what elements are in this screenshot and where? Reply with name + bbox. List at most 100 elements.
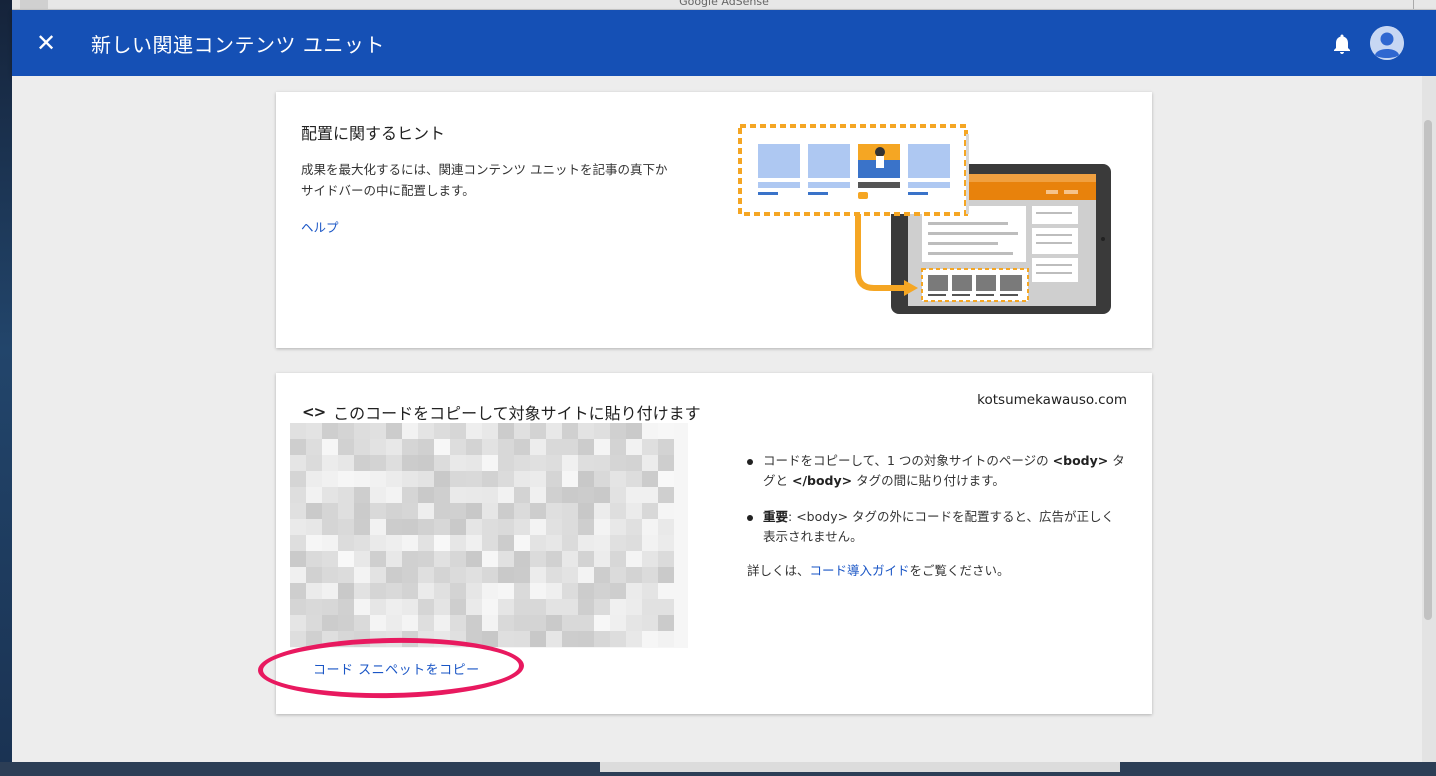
code-pixel: [466, 471, 482, 487]
code-pixel: [290, 567, 306, 583]
code-pixel: [594, 615, 610, 631]
code-pixel: [642, 471, 658, 487]
code-snippet-card: <> このコードをコピーして対象サイトに貼り付けます kotsumekawaus…: [257, 373, 1152, 714]
code-pixel: [434, 423, 450, 439]
code-pixel: [434, 503, 450, 519]
code-pixel: [450, 615, 466, 631]
code-pixel: [546, 503, 562, 519]
code-pixel: [450, 583, 466, 599]
avatar[interactable]: [1370, 26, 1404, 60]
copy-code-snippet-link[interactable]: コード スニペットをコピー: [313, 659, 480, 678]
code-pixel: [354, 551, 370, 567]
code-pixel: [530, 535, 546, 551]
code-pixel: [290, 535, 306, 551]
code-pixel: [386, 519, 402, 535]
code-pixel: [434, 535, 450, 551]
code-pixel: [498, 519, 514, 535]
app-header: ✕ 新しい関連コンテンツ ユニット: [12, 10, 1436, 76]
code-pixel: [418, 535, 434, 551]
code-pixel: [610, 551, 626, 567]
code-heading-text: このコードをコピーして対象サイトに貼り付けます: [333, 404, 701, 423]
code-pixel: [322, 519, 338, 535]
code-pixel: [338, 599, 354, 615]
code-pixel: [530, 471, 546, 487]
code-pixel: [290, 471, 306, 487]
code-pixel: [578, 535, 594, 551]
code-pixel: [658, 551, 674, 567]
page-title: 新しい関連コンテンツ ユニット: [91, 33, 385, 57]
code-pixel: [322, 599, 338, 615]
code-pixel: [450, 599, 466, 615]
code-pixel: [386, 423, 402, 439]
code-pixel: [626, 599, 642, 615]
code-pixel: [338, 551, 354, 567]
code-pixel: [578, 423, 594, 439]
code-pixel: [434, 519, 450, 535]
code-pixel: [418, 599, 434, 615]
code-pixel: [498, 487, 514, 503]
code-pixel: [594, 551, 610, 567]
code-pixel: [658, 439, 674, 455]
code-guide-link[interactable]: コード導入ガイド: [810, 563, 910, 578]
code-pixel: [530, 615, 546, 631]
code-pixel: [562, 583, 578, 599]
code-pixel: [578, 583, 594, 599]
code-pixel: [530, 503, 546, 519]
code-pixel: [370, 567, 386, 583]
code-pixel: [418, 519, 434, 535]
code-pixel: [386, 455, 402, 471]
code-pixel: [482, 535, 498, 551]
code-pixel: [626, 567, 642, 583]
code-pixel: [290, 503, 306, 519]
code-pixel: [498, 615, 514, 631]
code-pixel: [482, 599, 498, 615]
close-icon[interactable]: ✕: [33, 30, 59, 56]
code-pixel: [658, 631, 674, 647]
titlebar-divider: [1413, 0, 1414, 9]
code-pixel: [578, 519, 594, 535]
code-pixel: [354, 503, 370, 519]
code-pixel: [626, 583, 642, 599]
placement-tips-card: 配置に関するヒント 成果を最大化するには、関連コンテンツ ユニットを記事の真下か…: [276, 92, 1152, 348]
code-pixel: [402, 583, 418, 599]
code-pixel: [562, 631, 578, 647]
code-pixel: [498, 503, 514, 519]
code-pixel: [434, 599, 450, 615]
code-pixel: [642, 455, 658, 471]
code-snippet-box[interactable]: [290, 423, 688, 648]
code-pixel: [658, 519, 674, 535]
code-pixel: [562, 567, 578, 583]
instruction-item: 重要: <body> タグの外にコードを配置すると、広告が正しく表示されません。: [746, 507, 1126, 547]
code-pixel: [594, 519, 610, 535]
account-icon: [1370, 26, 1404, 60]
code-pixel: [434, 615, 450, 631]
code-pixel: [354, 471, 370, 487]
code-pixel: [370, 519, 386, 535]
code-pixel: [626, 615, 642, 631]
code-pixel: [306, 455, 322, 471]
code-pixel: [338, 615, 354, 631]
code-pixel: [306, 439, 322, 455]
code-pixel: [466, 519, 482, 535]
code-pixel: [338, 487, 354, 503]
code-pixel: [626, 551, 642, 567]
code-pixel: [610, 567, 626, 583]
scrollbar-thumb[interactable]: [1424, 120, 1432, 620]
help-link[interactable]: ヘルプ: [301, 217, 339, 236]
code-pixel: [322, 423, 338, 439]
code-pixel: [306, 503, 322, 519]
code-pixel: [466, 583, 482, 599]
code-pixel: [626, 535, 642, 551]
notification-bell-icon[interactable]: [1330, 32, 1354, 56]
code-pixel: [514, 519, 530, 535]
code-pixel: [546, 567, 562, 583]
window-titlebar: Google AdSense: [12, 0, 1436, 10]
code-pixel: [482, 471, 498, 487]
code-pixel: [322, 567, 338, 583]
code-pixel: [642, 519, 658, 535]
code-pixel: [370, 535, 386, 551]
desktop-background: [0, 0, 12, 776]
code-pixel: [450, 423, 466, 439]
code-pixel: [594, 567, 610, 583]
code-pixel: [562, 423, 578, 439]
